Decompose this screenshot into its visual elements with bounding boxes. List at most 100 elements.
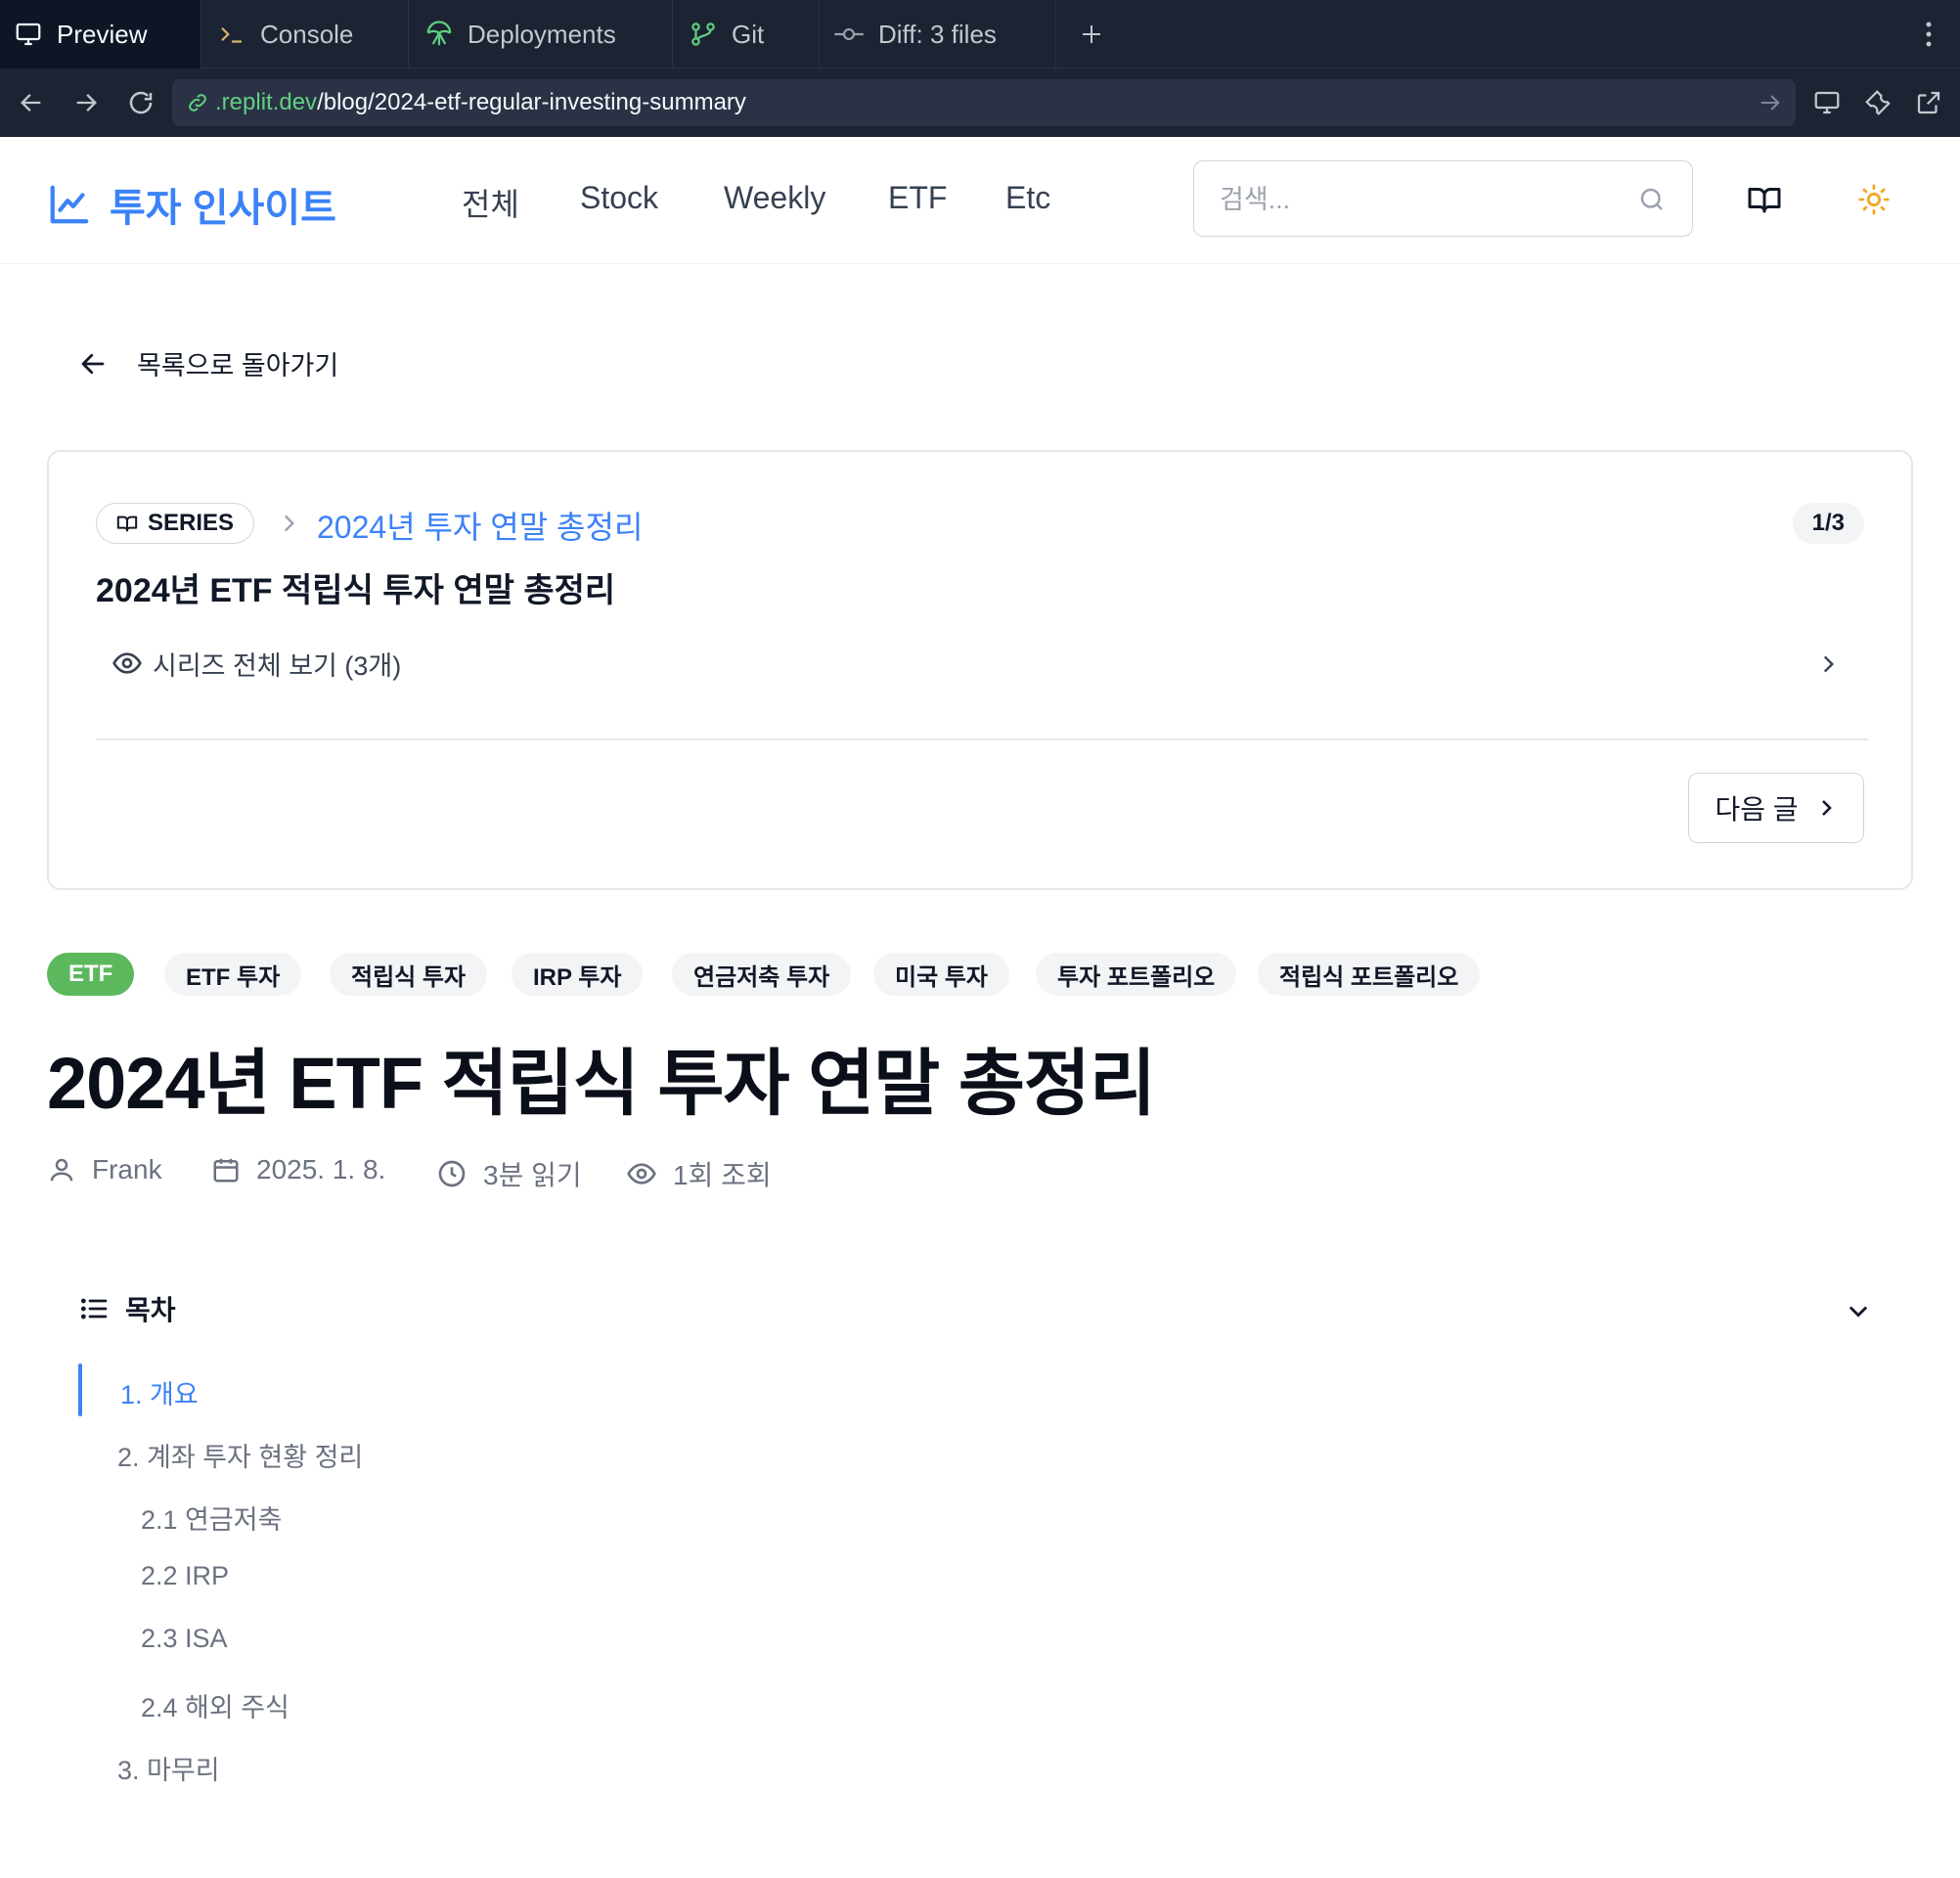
chevron-right-icon [284, 514, 295, 532]
theme-toggle-button[interactable] [1854, 180, 1893, 219]
url-field[interactable]: .replit.dev/blog/2024-etf-regular-invest… [172, 79, 1796, 126]
series-divider [96, 738, 1868, 740]
meta-read-time: 3분 읽기 [436, 1154, 582, 1193]
series-position-badge: 1/3 [1792, 503, 1864, 544]
back-to-list-link[interactable]: 목록으로 돌아가기 [78, 344, 338, 382]
series-badge-label: SERIES [148, 510, 235, 536]
series-view-all-label: 시리즈 전체 보기 (3개) [153, 650, 402, 681]
search-box [1193, 160, 1693, 238]
link-icon [189, 94, 206, 112]
clock-icon [438, 1160, 466, 1187]
back-label: 목록으로 돌아가기 [137, 351, 339, 380]
nav-weekly[interactable]: Weekly [724, 180, 825, 216]
nav-stock[interactable]: Stock [580, 180, 658, 216]
tab-diff[interactable]: Diff: 3 files [820, 0, 1056, 68]
devices-button[interactable] [1809, 85, 1845, 120]
next-post-button[interactable]: 다음 글 [1688, 773, 1864, 843]
eye-icon [112, 652, 142, 674]
tab-preview[interactable]: Preview [0, 0, 201, 68]
search-icon[interactable] [1637, 185, 1667, 214]
toc-item[interactable]: 1. 개요 [120, 1373, 199, 1411]
tab-label: Console [260, 19, 354, 49]
read-time: 3분 읽기 [483, 1160, 582, 1190]
plus-icon [1083, 25, 1100, 43]
more-vertical-icon [1926, 22, 1932, 47]
tag[interactable]: IRP 투자 [512, 953, 644, 996]
tab-label: Git [732, 19, 765, 49]
arrow-left-icon [21, 94, 41, 112]
site-logo[interactable]: 투자 인사이트 [47, 176, 336, 233]
site-header: 투자 인사이트 전체 Stock Weekly ETF Etc [0, 137, 1960, 264]
url-host: .replit.dev [215, 89, 318, 115]
git-commit-icon [834, 27, 864, 41]
tag[interactable]: 적립식 포트폴리오 [1258, 953, 1481, 996]
series-card: SERIES 2024년 투자 연말 총정리 1/3 2024년 ETF 적립식… [47, 450, 1913, 890]
devtools-button[interactable] [1860, 85, 1895, 120]
tag[interactable]: 연금저축 투자 [672, 953, 852, 996]
series-current-post-title: 2024년 ETF 적립식 투자 연말 총정리 [96, 572, 616, 609]
tag-category[interactable]: ETF [47, 953, 135, 996]
series-book-button[interactable] [1745, 180, 1784, 219]
back-nav-button[interactable] [14, 85, 49, 120]
next-post-label: 다음 글 [1715, 794, 1799, 825]
go-arrow-icon [1760, 95, 1780, 111]
series-name-link[interactable]: 2024년 투자 연말 총정리 [317, 503, 643, 548]
eye-icon [627, 1163, 656, 1185]
wrench-icon [1865, 90, 1891, 115]
tab-console[interactable]: Console [201, 0, 409, 68]
trending-chart-icon [50, 185, 89, 224]
meta-views: 1회 조회 [626, 1154, 772, 1193]
nav-etf[interactable]: ETF [888, 180, 947, 216]
ide-url-bar: .replit.dev/blog/2024-etf-regular-invest… [0, 68, 1960, 137]
toc-header[interactable]: 목차 [78, 1289, 176, 1328]
nav-etc[interactable]: Etc [1005, 180, 1050, 216]
toc-item[interactable]: 2. 계좌 투자 현황 정리 [117, 1436, 363, 1474]
view-count: 1회 조회 [673, 1160, 772, 1190]
tab-menu-button[interactable] [1919, 17, 1938, 52]
deployments-icon [426, 21, 452, 46]
article-title: 2024년 ETF 적립식 투자 연말 총정리 [47, 1043, 1156, 1124]
ide-tab-bar: Preview Console Deployments Git Diff: 3 … [0, 0, 1960, 68]
series-badge: SERIES [96, 503, 255, 544]
tab-label: Deployments [468, 19, 616, 49]
toc-item[interactable]: 2.1 연금저축 [141, 1498, 282, 1537]
sun-icon [1858, 184, 1890, 215]
search-input[interactable] [1218, 161, 1613, 238]
site-logo-text: 투자 인사이트 [110, 187, 336, 230]
toc-collapse-toggle[interactable] [1841, 1293, 1876, 1328]
toc-item[interactable]: 2.3 ISA [141, 1624, 228, 1654]
book-open-icon [116, 515, 138, 532]
url-path: /blog/2024-etf-regular-investing-summary [317, 89, 746, 115]
tag[interactable]: 적립식 투자 [330, 953, 488, 996]
nav-all[interactable]: 전체 [462, 180, 519, 225]
toc-item[interactable]: 2.4 해외 주식 [141, 1686, 290, 1724]
git-branch-icon [691, 22, 715, 46]
forward-nav-button[interactable] [68, 85, 104, 120]
tab-git[interactable]: Git [673, 0, 820, 68]
list-icon [80, 1298, 108, 1319]
book-open-icon [1748, 188, 1781, 213]
arrow-right-icon [76, 94, 97, 112]
tab-label: Preview [57, 19, 148, 49]
chevron-right-icon [1823, 655, 1835, 673]
toc-active-indicator [78, 1364, 82, 1416]
tag[interactable]: 투자 포트폴리오 [1036, 953, 1237, 996]
toc-item[interactable]: 2.2 IRP [141, 1561, 229, 1591]
calendar-icon [213, 1158, 239, 1183]
chevron-down-icon [1849, 1306, 1868, 1318]
tag[interactable]: 미국 투자 [873, 953, 1009, 996]
tab-label: Diff: 3 files [878, 19, 997, 49]
reload-button[interactable] [123, 85, 158, 120]
tag[interactable]: ETF 투자 [164, 953, 302, 996]
meta-author: Frank [47, 1154, 162, 1185]
meta-date: 2025. 1. 8. [211, 1154, 385, 1185]
new-tab-button[interactable] [1074, 17, 1109, 52]
series-count-label: 1/3 [1811, 510, 1845, 536]
chevron-right-icon [1821, 800, 1832, 816]
open-new-tab-button[interactable] [1911, 85, 1946, 120]
toc-item[interactable]: 3. 마무리 [117, 1749, 220, 1787]
series-view-all-button[interactable]: 시리즈 전체 보기 (3개) [96, 634, 1868, 693]
tab-deployments[interactable]: Deployments [409, 0, 673, 68]
reload-icon [129, 91, 153, 114]
terminal-icon [221, 26, 242, 43]
